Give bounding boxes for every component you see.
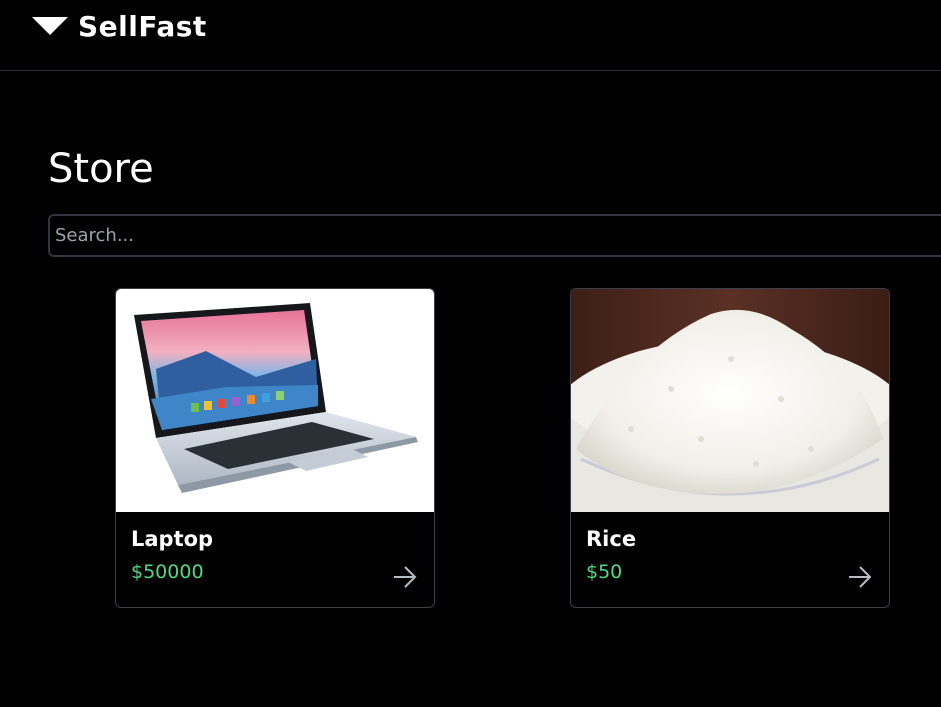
product-price: $50 [586, 561, 623, 583]
product-name: Rice [586, 527, 637, 551]
product-card-rice[interactable]: Rice $50 [570, 288, 890, 608]
product-name: Laptop [131, 527, 214, 551]
arrow-right-icon[interactable] [847, 565, 873, 589]
top-navbar: SellFast [0, 0, 941, 71]
triangle-down-icon [32, 17, 68, 35]
product-card-laptop[interactable]: Laptop $50000 [115, 288, 435, 608]
search-input[interactable] [48, 214, 941, 257]
arrow-right-icon[interactable] [392, 565, 418, 589]
brand-logo[interactable]: SellFast [32, 10, 207, 44]
brand-name: SellFast [78, 10, 207, 43]
rice-bowl-photo [571, 289, 889, 512]
laptop-photo [116, 289, 434, 512]
product-price: $50000 [131, 561, 204, 583]
page-title: Store [48, 146, 154, 192]
